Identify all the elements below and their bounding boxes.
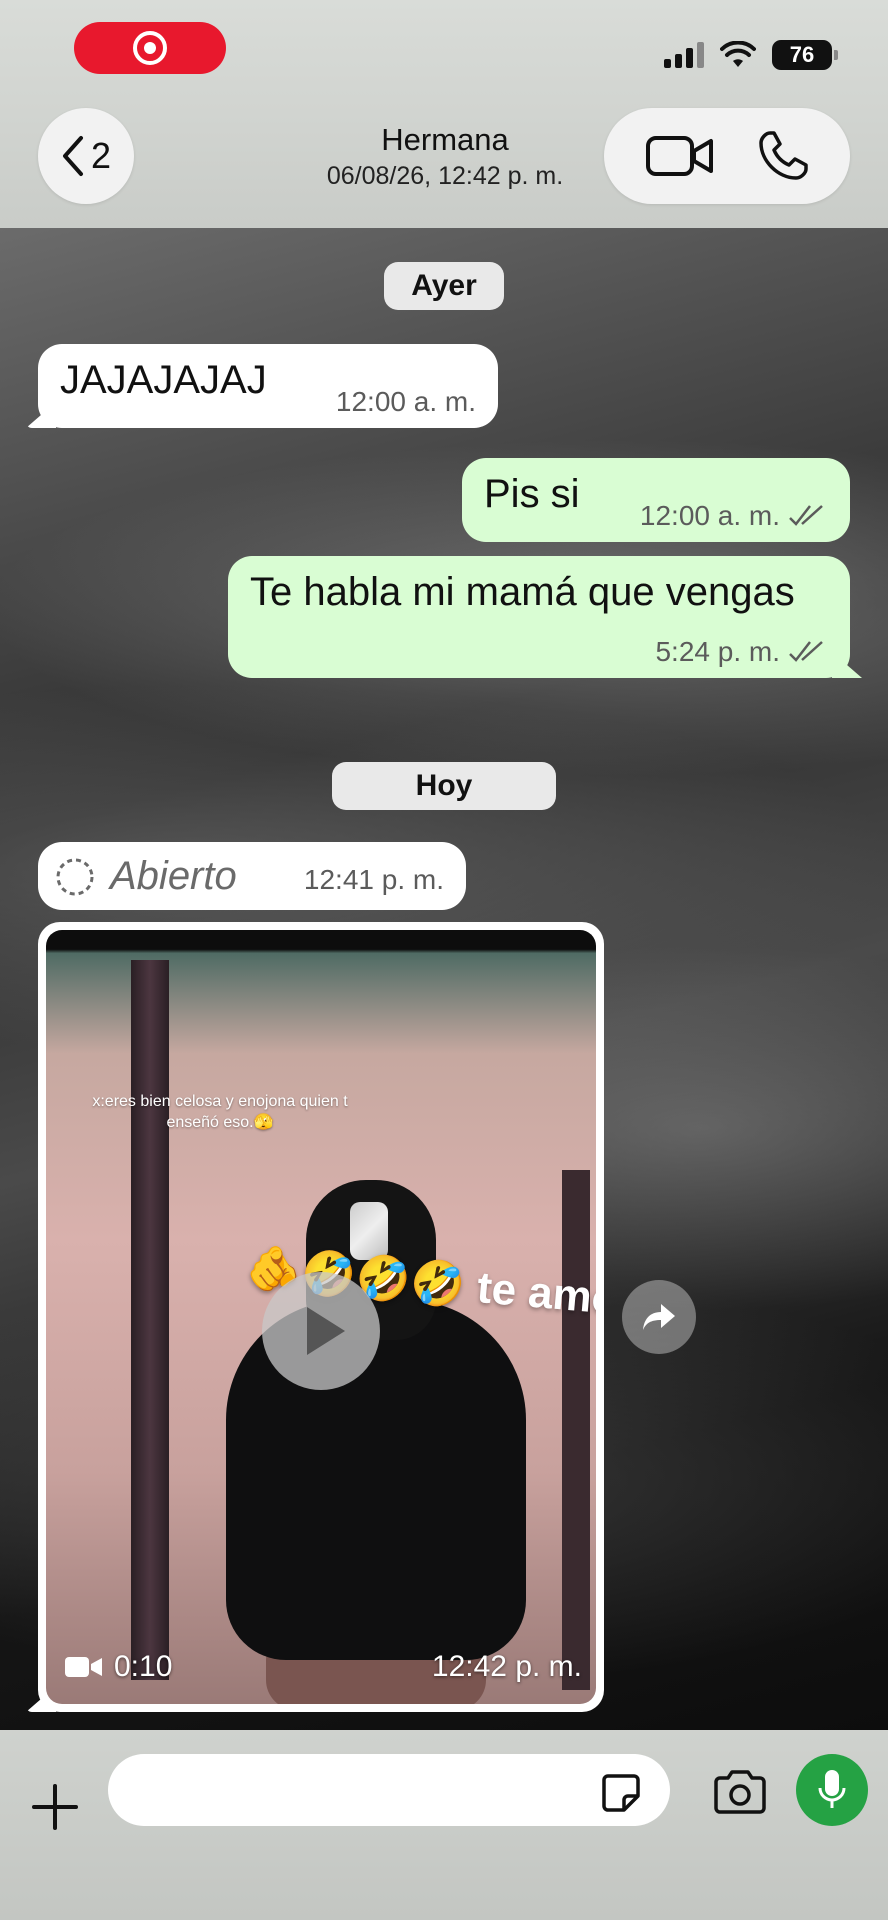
battery-level: 76 xyxy=(789,42,815,67)
view-once-icon xyxy=(56,858,94,896)
forward-button[interactable] xyxy=(622,1280,696,1354)
video-thumbnail[interactable]: x:eres bien celosa y enojona quien t ens… xyxy=(46,930,596,1704)
sticker-icon[interactable] xyxy=(600,1772,642,1814)
video-call-icon[interactable] xyxy=(645,133,715,179)
mic-icon xyxy=(818,1770,846,1808)
screen-recording-indicator[interactable] xyxy=(74,22,226,74)
video-message[interactable]: x:eres bien celosa y enojona quien t ens… xyxy=(26,922,604,1712)
status-bar-icons: 76 xyxy=(664,40,838,70)
forward-icon xyxy=(643,1304,675,1330)
view-once-label: Abierto xyxy=(110,854,237,898)
video-caption-overlay: x:eres bien celosa y enojona quien t ens… xyxy=(92,1093,348,1131)
camera-icon[interactable] xyxy=(712,1770,768,1814)
battery-icon: 76 xyxy=(772,40,838,70)
play-button[interactable] xyxy=(262,1272,380,1390)
contact-info[interactable]: Hermana 06/08/26, 12:42 p. m. xyxy=(300,122,590,191)
video-camera-icon xyxy=(65,1657,102,1677)
wifi-icon xyxy=(720,41,756,67)
date-divider: Hoy xyxy=(332,762,556,810)
video-duration-text: 0:10 xyxy=(114,1650,173,1683)
message-timestamp: 12:00 a. m. xyxy=(335,386,476,417)
chat-header: 76 2 Hermana 06/08/26, 12:42 p. m. xyxy=(0,0,888,228)
message-bubble-outgoing[interactable]: Te habla mi mamá que vengas 5:24 p. m. xyxy=(228,556,862,678)
message-time: 12:00 a. m. xyxy=(336,386,476,418)
message-timestamp: 12:00 a. m. xyxy=(639,500,780,531)
phone-icon[interactable] xyxy=(756,129,810,183)
double-check-icon xyxy=(789,641,823,662)
back-button[interactable]: 2 xyxy=(38,108,134,204)
message-meta: 5:24 p. m. xyxy=(655,636,828,668)
message-text: Te habla mi mamá que vengas xyxy=(250,570,795,614)
date-divider: Ayer xyxy=(384,262,504,310)
message-timestamp: 12:41 p. m. xyxy=(303,864,444,895)
chevron-left-icon xyxy=(62,136,83,176)
message-timestamp: 5:24 p. m. xyxy=(655,636,780,667)
double-check-icon xyxy=(789,505,823,526)
plus-icon[interactable] xyxy=(30,1782,80,1832)
composer-bar xyxy=(0,1730,888,1920)
message-meta: 12:00 a. m. xyxy=(640,500,828,532)
message-text: Pis si xyxy=(484,472,580,516)
mic-button[interactable] xyxy=(796,1754,868,1826)
record-icon xyxy=(133,31,167,65)
message-text: JAJAJAJAJ xyxy=(60,358,267,402)
message-bubble-outgoing[interactable]: Pis si 12:00 a. m. xyxy=(462,458,850,542)
video-duration: 0:10 xyxy=(64,1650,172,1684)
signal-icon xyxy=(664,42,704,68)
contact-last-seen: 06/08/26, 12:42 p. m. xyxy=(326,162,564,190)
message-input[interactable] xyxy=(108,1754,670,1826)
contact-name: Hermana xyxy=(381,122,509,157)
view-once-message[interactable]: Abierto 12:41 p. m. xyxy=(38,842,466,910)
unread-count: 2 xyxy=(90,135,112,176)
call-actions xyxy=(604,108,850,204)
message-timestamp: 12:42 p. m. xyxy=(431,1650,582,1683)
message-bubble-incoming[interactable]: JAJAJAJAJ 12:00 a. m. xyxy=(26,344,498,428)
